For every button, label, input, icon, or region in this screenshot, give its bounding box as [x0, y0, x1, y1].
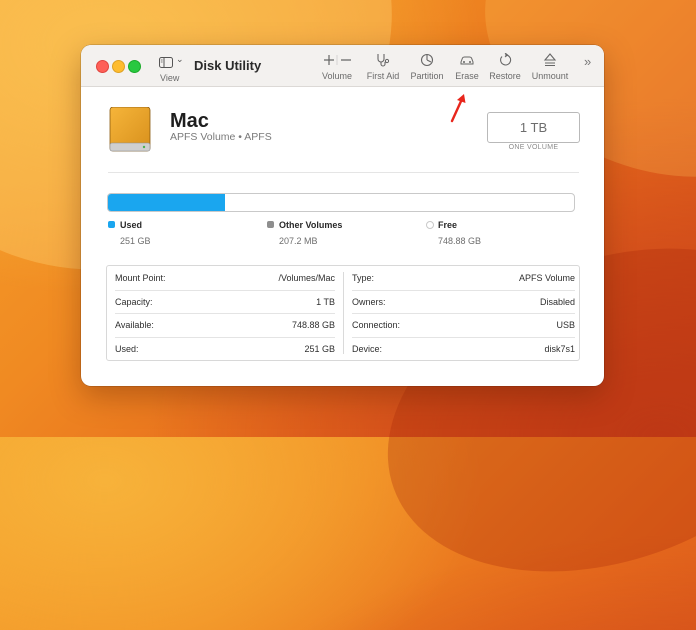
volume-button[interactable]: Volume	[317, 51, 357, 83]
legend-other-value: 207.2 MB	[279, 236, 318, 246]
partition-label: Partition	[410, 71, 444, 81]
usage-bar-used	[108, 194, 225, 211]
car-erase-icon	[447, 51, 487, 69]
info-row: Available: 748.88 GB	[115, 313, 335, 338]
info-key: Type:	[352, 273, 375, 283]
annotation-arrow-icon	[450, 94, 466, 123]
unmount-label: Unmount	[531, 71, 569, 81]
info-value: Disabled	[539, 296, 575, 307]
window-title: Disk Utility	[194, 58, 262, 73]
info-value: 748.88 GB	[291, 320, 335, 330]
chevron-down-icon: ⌄	[176, 54, 184, 64]
info-row: Owners: Disabled	[352, 290, 575, 314]
toolbar: ⌄ View Disk Utility Volume First Aid Par…	[81, 45, 604, 87]
legend-used-value: 251 GB	[120, 236, 151, 246]
info-key: Available:	[115, 320, 154, 330]
info-row: Device: disk7s1	[352, 337, 575, 361]
info-left-column: Mount Point: /Volumes/Mac Capacity: 1 TB…	[107, 266, 343, 360]
info-row: Mount Point: /Volumes/Mac	[115, 266, 335, 291]
info-row: Connection: USB	[352, 313, 575, 338]
legend-free-value: 748.88 GB	[438, 236, 482, 246]
restore-button[interactable]: Restore	[485, 51, 525, 83]
zoom-button[interactable]	[128, 60, 141, 73]
used-swatch	[108, 221, 115, 228]
info-key: Used:	[115, 343, 139, 354]
restore-arrow-icon	[485, 51, 525, 69]
minimize-button[interactable]	[112, 60, 125, 73]
free-swatch	[426, 221, 434, 229]
disk-utility-window: ⌄ View Disk Utility Volume First Aid Par…	[81, 45, 604, 386]
capacity-box: 1 TB	[487, 112, 580, 143]
volume-name: Mac	[170, 110, 209, 132]
info-key: Device:	[352, 343, 383, 354]
divider	[108, 172, 579, 173]
info-row: Used: 251 GB	[115, 337, 335, 361]
partition-button[interactable]: Partition	[407, 51, 447, 83]
capacity-caption: ONE VOLUME	[508, 144, 559, 151]
info-value: 251 GB	[304, 343, 335, 354]
info-row: Capacity: 1 TB	[115, 290, 335, 314]
capacity-value: 1 TB	[519, 120, 548, 135]
first-aid-button[interactable]: First Aid	[363, 51, 403, 83]
close-button[interactable]	[96, 60, 109, 73]
restore-label: Restore	[489, 71, 521, 81]
info-key: Mount Point:	[115, 273, 166, 283]
pie-partition-icon	[407, 51, 447, 69]
legend-used-name: Used	[120, 220, 143, 230]
erase-label: Erase	[455, 71, 479, 81]
eject-icon	[529, 51, 571, 69]
view-button[interactable]: ⌄ View	[157, 53, 189, 85]
legend-other-name: Other Volumes	[279, 220, 343, 230]
other-volumes-swatch	[267, 221, 274, 228]
info-value: /Volumes/Mac	[278, 273, 335, 283]
info-value: 1 TB	[316, 296, 335, 307]
info-table: Mount Point: /Volumes/Mac Capacity: 1 TB…	[106, 265, 580, 361]
stethoscope-icon	[363, 51, 403, 69]
volume-label: Volume	[321, 71, 353, 81]
info-key: Connection:	[352, 320, 401, 330]
first-aid-label: First Aid	[366, 71, 400, 81]
usage-bar	[107, 193, 575, 212]
legend-free-name: Free	[438, 220, 458, 230]
volume-subtitle: APFS Volume • APFS	[170, 131, 272, 143]
view-label: View	[160, 73, 180, 83]
unmount-button[interactable]: Unmount	[529, 51, 571, 83]
erase-button[interactable]: Erase	[447, 51, 487, 83]
info-value: APFS Volume	[518, 273, 575, 283]
info-value: disk7s1	[544, 343, 575, 354]
info-value: USB	[556, 320, 575, 330]
external-drive-icon	[108, 106, 154, 153]
info-right-column: Type: APFS Volume Owners: Disabled Conne…	[344, 266, 579, 360]
info-key: Owners:	[352, 296, 386, 307]
chevron-double-right-icon[interactable]: »	[584, 54, 591, 69]
info-key: Capacity:	[115, 296, 153, 307]
plus-minus-icon	[317, 51, 357, 69]
sidebar-icon	[159, 55, 173, 73]
info-row: Type: APFS Volume	[352, 266, 575, 291]
